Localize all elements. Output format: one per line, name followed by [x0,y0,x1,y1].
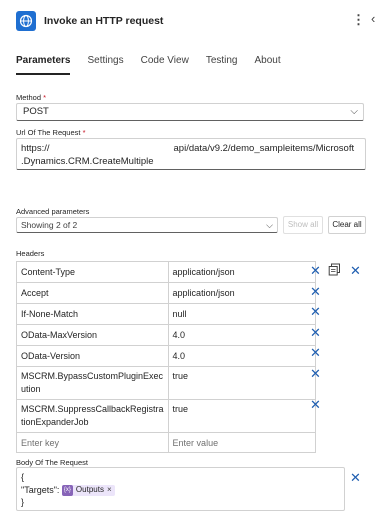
header-key-cell[interactable]: Content-Type [16,261,169,283]
header-value-input[interactable]: Enter value [167,432,316,453]
advanced-parameters-select[interactable]: Showing 2 of 2 ⌵ [16,217,278,233]
remove-token-icon[interactable]: × [107,484,112,497]
body-label: Body Of The Request [16,458,88,467]
header-key-input[interactable]: Enter key [16,432,169,453]
table-row: MSCRM.SuppressCallbackRegistra tionExpan… [16,399,316,433]
header-key-cell[interactable]: MSCRM.BypassCustomPluginExec ution [16,366,169,400]
header-value-cell[interactable]: true [167,399,316,433]
globe-icon [16,11,36,31]
chevron-down-icon: ⌵ [266,220,273,230]
table-row: Enter key Enter value [16,432,316,453]
delete-row-icon[interactable]: ✕ [310,305,321,318]
header-value-cell[interactable]: application/json [167,261,316,283]
method-label: Method * [16,93,46,102]
table-row: Accept application/json [16,282,316,304]
copy-icon[interactable] [328,263,341,276]
header-value-cell[interactable]: 4.0 [167,324,316,346]
header-key-cell[interactable]: MSCRM.SuppressCallbackRegistra tionExpan… [16,399,169,433]
delete-row-icon[interactable]: ✕ [310,346,321,359]
show-all-button[interactable]: Show all [283,216,323,234]
tab-about[interactable]: About [255,55,281,75]
url-line1-end: api/data/v9.2/demo_sampleitems/Microsoft [173,143,355,154]
panel-title: Invoke an HTTP request [44,15,164,27]
required-mark: * [82,128,86,137]
tab-parameters[interactable]: Parameters [16,55,71,75]
header-key-cell[interactable]: OData-MaxVersion [16,324,169,346]
body-line: { [21,472,25,482]
panel-header: Invoke an HTTP request ⋮ ‹ [0,0,390,42]
delete-row-icon[interactable]: ✕ [310,264,321,277]
delete-row-icon[interactable]: ✕ [310,398,321,411]
table-row: Content-Type application/json [16,261,316,283]
method-value: POST [23,106,49,117]
url-line2: .Dynamics.CRM.CreateMultiple [21,156,154,167]
headers-table: Content-Type application/json Accept app… [16,261,316,453]
body-line: "Targets": {x} Outputs × [21,484,340,497]
url-label: Url Of The Request * [16,128,86,137]
header-key-cell[interactable]: Accept [16,282,169,304]
headers-label: Headers [16,249,45,258]
token-label: Outputs [75,484,104,494]
tab-settings[interactable]: Settings [87,55,123,75]
method-select[interactable]: POST ⌵ [16,103,364,121]
chevron-down-icon: ⌵ [350,106,358,117]
tab-code-view[interactable]: Code View [141,55,189,75]
method-label-text: Method [16,93,42,102]
delete-body-icon[interactable]: ✕ [350,471,361,484]
header-key-line: MSCRM.SuppressCallbackRegistra [21,404,164,414]
more-options-icon[interactable]: ⋮ [352,13,365,27]
tab-testing[interactable]: Testing [206,55,238,75]
header-key-cell[interactable]: OData-Version [16,345,169,367]
body-input[interactable]: { "Targets": {x} Outputs × } [16,467,345,511]
table-row: MSCRM.BypassCustomPluginExec ution true [16,366,316,400]
table-row: OData-Version 4.0 [16,345,316,367]
url-redacted-gap [50,150,174,151]
delete-row-icon[interactable]: ✕ [310,285,321,298]
url-input[interactable]: https:// api/data/v9.2/demo_sampleitems/M… [16,138,366,170]
header-value-cell[interactable]: null [167,303,316,325]
tab-bar: Parameters Settings Code View Testing Ab… [16,55,298,75]
advanced-parameters-label: Advanced parameters [16,207,90,216]
url-label-text: Url Of The Request [16,128,81,137]
header-value-cell[interactable]: application/json [167,282,316,304]
advanced-parameters-value: Showing 2 of 2 [21,220,78,230]
collapse-panel-icon[interactable]: ‹ [371,12,375,26]
body-line: } [21,497,25,507]
outputs-token[interactable]: {x} Outputs × [61,484,115,497]
required-mark: * [43,93,47,102]
url-line1-start: https:// [21,143,50,154]
header-key-cell[interactable]: If-None-Match [16,303,169,325]
delete-row-icon[interactable]: ✕ [310,367,321,380]
body-targets-key: "Targets": [21,484,60,495]
delete-row-icon[interactable]: ✕ [350,264,361,277]
table-row: If-None-Match null [16,303,316,325]
delete-row-icon[interactable]: ✕ [310,326,321,339]
header-value-cell[interactable]: true [167,366,316,400]
header-value-cell[interactable]: 4.0 [167,345,316,367]
header-key-line: tionExpanderJob [21,417,89,427]
dynamic-content-icon: {x} [61,484,73,496]
clear-all-button[interactable]: Clear all [328,216,366,234]
header-key-line: MSCRM.BypassCustomPluginExec [21,371,164,381]
table-row: OData-MaxVersion 4.0 [16,324,316,346]
header-key-line: ution [21,384,41,394]
